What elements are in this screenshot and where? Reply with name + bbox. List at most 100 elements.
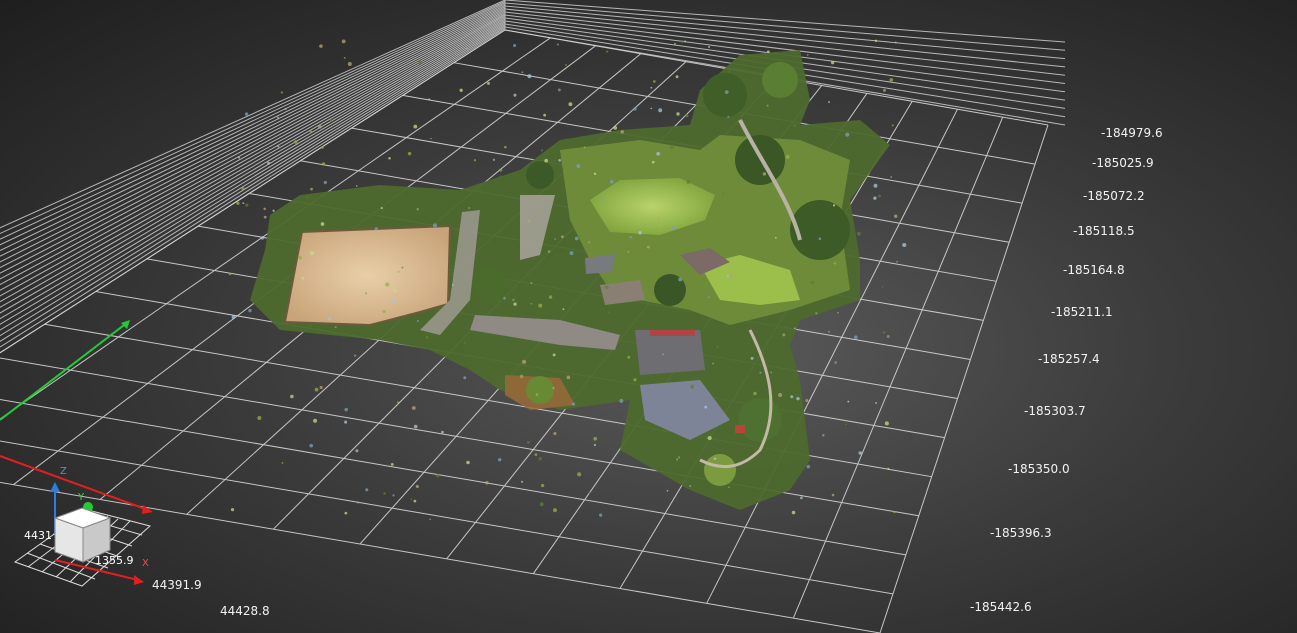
- scatter-point: [263, 215, 267, 219]
- scatter-point: [504, 145, 507, 149]
- scatter-point: [708, 46, 711, 48]
- scatter-point: [727, 115, 730, 118]
- scatter-point: [428, 98, 431, 101]
- scatter-point: [548, 295, 553, 299]
- gizmo-x-label: X: [142, 558, 149, 569]
- scatter-point: [466, 460, 470, 465]
- scatter-point: [530, 302, 533, 305]
- scatter-point: [593, 443, 597, 447]
- scatter-point: [564, 63, 568, 67]
- scatter-point: [290, 394, 294, 399]
- scatter-point: [707, 435, 712, 441]
- scatter-point: [541, 149, 544, 152]
- scatter-point: [806, 54, 809, 56]
- scatter-point: [828, 101, 830, 103]
- scatter-point: [344, 420, 348, 424]
- orientation-gizmo[interactable]: Z Y X 4431 1355.9: [10, 462, 180, 602]
- scatter-point: [800, 496, 803, 500]
- scatter-point: [244, 112, 249, 116]
- scatter-point: [613, 126, 618, 130]
- scatter-point: [902, 242, 907, 248]
- scatter-point: [293, 140, 298, 144]
- scatter-point: [666, 489, 669, 492]
- gizmo-value-mid: 1355.9: [95, 554, 134, 567]
- scatter-point: [260, 236, 265, 240]
- scatter-point: [638, 231, 642, 235]
- scatter-point: [650, 107, 653, 110]
- scatter-point: [263, 207, 266, 211]
- scatter-point: [267, 161, 271, 165]
- y-tick-label: -185303.7: [1024, 404, 1086, 418]
- scatter-point: [856, 231, 861, 236]
- scatter-point: [552, 386, 555, 390]
- scatter-point: [344, 407, 348, 412]
- scatter-point: [522, 359, 527, 364]
- gizmo-y-label: Y: [78, 492, 85, 503]
- scatter-point: [882, 331, 886, 334]
- scatter-point: [759, 371, 762, 374]
- gizmo-z-arrow: [50, 482, 60, 492]
- scatter-point: [527, 74, 532, 79]
- scatter-point: [319, 44, 323, 48]
- scatter-point: [468, 207, 471, 209]
- scatter-point: [893, 214, 898, 219]
- scatter-point: [539, 502, 544, 507]
- scatter-point: [837, 311, 839, 314]
- scatter-point: [321, 146, 324, 149]
- scatter-point: [343, 57, 346, 59]
- scatter-point: [671, 226, 676, 230]
- scatter-point: [778, 392, 783, 397]
- scatter-point: [320, 222, 325, 226]
- scatter-point: [774, 236, 777, 239]
- scatter-point: [651, 160, 655, 164]
- scatter-point: [633, 378, 637, 382]
- scatter-point: [652, 80, 656, 83]
- scatter-point: [309, 129, 312, 133]
- scatter-point: [886, 335, 890, 338]
- scatter-point: [465, 47, 468, 50]
- scatter-point: [503, 296, 506, 300]
- scatter-point: [242, 202, 245, 205]
- scatter-point: [678, 277, 683, 282]
- scatter-point: [675, 75, 679, 79]
- scatter-point: [347, 62, 352, 67]
- scatter-point: [832, 204, 836, 207]
- scatter-point: [883, 88, 886, 92]
- scatter-point: [534, 453, 538, 457]
- scatter-point: [401, 266, 404, 269]
- scatter-point: [633, 107, 637, 111]
- scatter-point: [272, 209, 275, 212]
- scatter-point: [392, 494, 395, 497]
- scatter-point: [557, 88, 561, 92]
- scatter-point: [858, 451, 863, 455]
- scatter-point: [676, 458, 679, 461]
- gizmo-value-left: 4431: [24, 529, 52, 542]
- scatter-point: [620, 130, 624, 134]
- scatter-point: [724, 90, 729, 94]
- scatter-point: [298, 255, 302, 260]
- scatter-point: [629, 236, 632, 239]
- scatter-point: [627, 355, 631, 359]
- scatter-point: [385, 282, 390, 287]
- scatter-point: [430, 137, 432, 140]
- scatter-point: [318, 125, 322, 129]
- scatter-point: [609, 179, 614, 184]
- scatter-point: [521, 71, 524, 74]
- scatter-point: [583, 146, 586, 149]
- scatter-point: [397, 270, 400, 273]
- scatter-point: [890, 176, 893, 179]
- scatter-point: [656, 151, 660, 156]
- scatter-point: [411, 406, 416, 410]
- scatter-point: [485, 480, 489, 485]
- scatter-point: [569, 251, 574, 256]
- scatter-point: [650, 86, 653, 89]
- scatter-point: [416, 320, 419, 322]
- scatter-point: [388, 156, 391, 160]
- point-cloud[interactable]: [250, 50, 890, 510]
- y-tick-label: -185257.4: [1038, 352, 1100, 366]
- scatter-point: [676, 112, 680, 116]
- scatter-point: [429, 518, 432, 521]
- scatter-point: [891, 124, 894, 127]
- scatter-point: [257, 415, 262, 421]
- scatter-point: [796, 396, 800, 401]
